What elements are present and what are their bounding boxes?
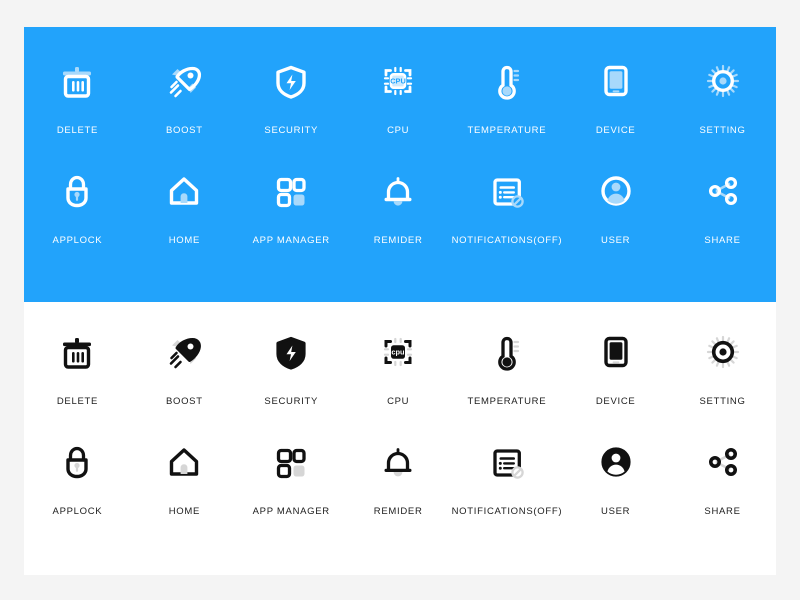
- icon-set-card: DELETE BOOST SECURITY CPU CPU TEMPERATUR…: [24, 27, 776, 575]
- icon-cell-device-blue[interactable]: DEVICE: [562, 55, 669, 165]
- icon-cell-applock-dark[interactable]: APPLOCK: [24, 436, 131, 546]
- icon-cell-remider-dark[interactable]: REMIDER: [345, 436, 452, 546]
- icon-cell-applock-blue[interactable]: APPLOCK: [24, 165, 131, 275]
- icon-label: USER: [601, 235, 631, 246]
- padlock-open-icon: [51, 165, 103, 217]
- house-icon: [158, 165, 210, 217]
- padlock-open-icon: [51, 436, 103, 488]
- icon-cell-cpu-dark[interactable]: cpu CPU: [345, 326, 452, 436]
- icon-cell-setting-blue[interactable]: SETTING: [669, 55, 776, 165]
- icon-cell-cpu-blue[interactable]: CPU CPU: [345, 55, 452, 165]
- icon-cell-boost-dark[interactable]: BOOST: [131, 326, 238, 436]
- blue-icon-grid: DELETE BOOST SECURITY CPU CPU TEMPERATUR…: [24, 55, 776, 275]
- cpu-icon: CPU: [372, 55, 424, 107]
- icon-cell-user-dark[interactable]: USER: [562, 436, 669, 546]
- icon-label: APP MANAGER: [252, 506, 330, 517]
- icon-cell-notifications-dark[interactable]: NOTIFICATIONS(OFF): [452, 436, 563, 546]
- house-icon: [158, 436, 210, 488]
- icon-label: APPLOCK: [52, 506, 103, 517]
- icon-cell-temperature-dark[interactable]: TEMPERATURE: [452, 326, 563, 436]
- notification-off-icon: [481, 436, 533, 488]
- share-nodes-icon: [697, 165, 749, 217]
- icon-label: TEMPERATURE: [467, 396, 547, 407]
- cpu-glyph-text: CPU: [390, 77, 406, 86]
- phone-icon: [590, 55, 642, 107]
- user-avatar-icon: [590, 165, 642, 217]
- dark-theme-panel: DELETE BOOST SECURITY cpu CPU TEMPERATUR…: [24, 302, 776, 575]
- icon-cell-setting-dark[interactable]: SETTING: [669, 326, 776, 436]
- icon-cell-device-dark[interactable]: DEVICE: [562, 326, 669, 436]
- icon-cell-boost-blue[interactable]: BOOST: [131, 55, 238, 165]
- icon-cell-user-blue[interactable]: USER: [562, 165, 669, 275]
- icon-label: USER: [601, 506, 631, 517]
- bell-icon: [372, 436, 424, 488]
- gear-sun-icon: [697, 55, 749, 107]
- icon-label: DEVICE: [595, 125, 636, 136]
- user-avatar-icon: [590, 436, 642, 488]
- icon-label: HOME: [168, 506, 200, 517]
- icon-cell-notifications-blue[interactable]: NOTIFICATIONS(OFF): [452, 165, 563, 275]
- rocket-icon: [158, 326, 210, 378]
- trash-icon: [51, 55, 103, 107]
- blue-theme-panel: DELETE BOOST SECURITY CPU CPU TEMPERATUR…: [24, 27, 776, 302]
- icon-label: SETTING: [699, 125, 746, 136]
- bell-icon: [372, 165, 424, 217]
- phone-icon: [590, 326, 642, 378]
- icon-label: NOTIFICATIONS(OFF): [451, 506, 563, 517]
- icon-label: DELETE: [56, 125, 99, 136]
- icon-label: DEVICE: [595, 396, 636, 407]
- icon-label: CPU: [387, 396, 410, 407]
- icon-label: REMIDER: [373, 235, 423, 246]
- icon-cell-share-blue[interactable]: SHARE: [669, 165, 776, 275]
- icon-cell-app-manager-dark[interactable]: APP MANAGER: [238, 436, 345, 546]
- icon-label: REMIDER: [373, 506, 423, 517]
- gear-sun-icon: [697, 326, 749, 378]
- thermometer-icon: [481, 326, 533, 378]
- icon-cell-home-blue[interactable]: HOME: [131, 165, 238, 275]
- icon-label: BOOST: [165, 396, 203, 407]
- icon-label: APPLOCK: [52, 235, 103, 246]
- icon-label: NOTIFICATIONS(OFF): [451, 235, 563, 246]
- icon-cell-home-dark[interactable]: HOME: [131, 436, 238, 546]
- grid-squares-icon: [265, 436, 317, 488]
- icon-label: SHARE: [704, 506, 741, 517]
- icon-cell-delete-blue[interactable]: DELETE: [24, 55, 131, 165]
- dark-icon-grid: DELETE BOOST SECURITY cpu CPU TEMPERATUR…: [24, 326, 776, 546]
- share-nodes-icon: [697, 436, 749, 488]
- shield-bolt-icon: [265, 326, 317, 378]
- grid-squares-icon: [265, 165, 317, 217]
- icon-label: TEMPERATURE: [467, 125, 547, 136]
- icon-cell-remider-blue[interactable]: REMIDER: [345, 165, 452, 275]
- icon-label: BOOST: [165, 125, 203, 136]
- notification-off-icon: [481, 165, 533, 217]
- rocket-icon: [158, 55, 210, 107]
- cpu-glyph-text: cpu: [392, 348, 406, 357]
- icon-label: CPU: [387, 125, 410, 136]
- icon-cell-security-blue[interactable]: SECURITY: [238, 55, 345, 165]
- icon-label: APP MANAGER: [252, 235, 330, 246]
- icon-cell-share-dark[interactable]: SHARE: [669, 436, 776, 546]
- icon-cell-security-dark[interactable]: SECURITY: [238, 326, 345, 436]
- thermometer-icon: [481, 55, 533, 107]
- shield-bolt-icon: [265, 55, 317, 107]
- icon-label: SHARE: [704, 235, 741, 246]
- cpu-icon: cpu: [372, 326, 424, 378]
- icon-label: HOME: [168, 235, 200, 246]
- icon-label: DELETE: [56, 396, 99, 407]
- trash-icon: [51, 326, 103, 378]
- icon-cell-temperature-blue[interactable]: TEMPERATURE: [452, 55, 563, 165]
- icon-cell-delete-dark[interactable]: DELETE: [24, 326, 131, 436]
- icon-label: SETTING: [699, 396, 746, 407]
- icon-label: SECURITY: [264, 125, 319, 136]
- icon-label: SECURITY: [264, 396, 319, 407]
- icon-cell-app-manager-blue[interactable]: APP MANAGER: [238, 165, 345, 275]
